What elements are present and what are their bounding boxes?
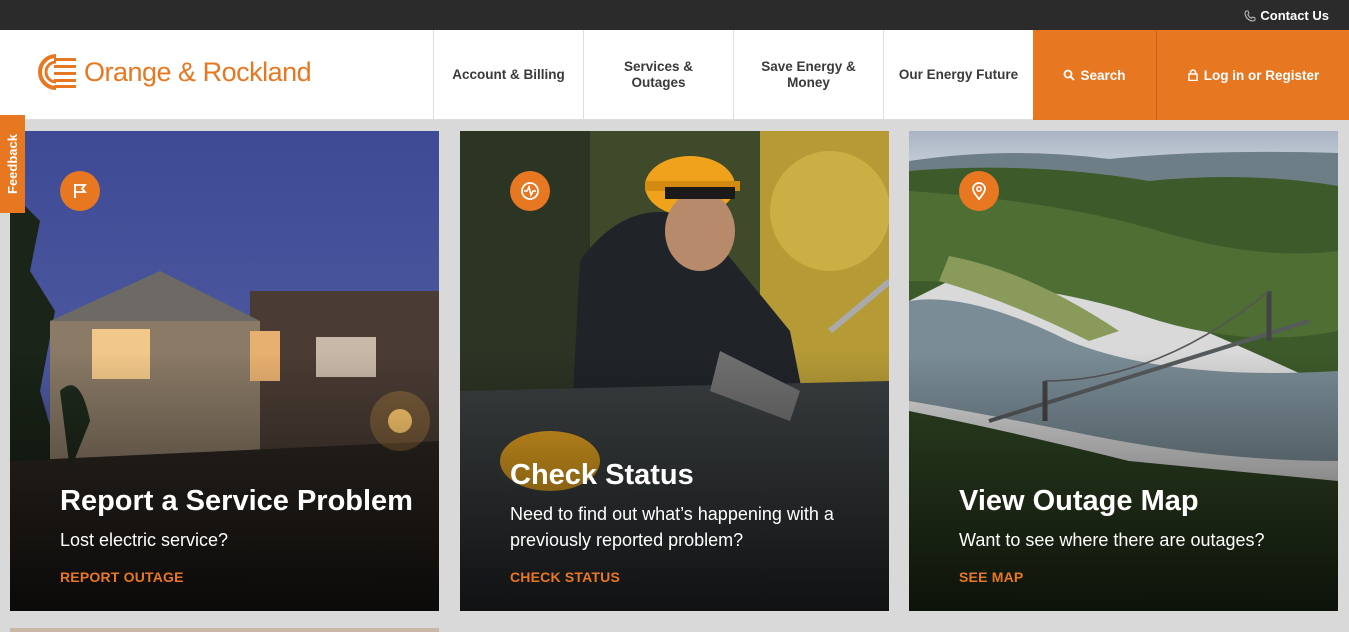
card-title: View Outage Map xyxy=(959,485,1199,517)
see-map-link[interactable]: SEE MAP xyxy=(959,569,1318,585)
status-pulse-icon xyxy=(521,182,539,200)
card-title: Report a Service Problem xyxy=(60,485,413,517)
feedback-tab[interactable]: Feedback xyxy=(0,115,25,213)
logo-mark-icon xyxy=(38,54,76,90)
card-description: Need to find out what’s happening with a… xyxy=(510,504,834,550)
nav-account-billing[interactable]: Account & Billing xyxy=(433,30,583,120)
contact-us-label: Contact Us xyxy=(1260,8,1329,23)
nav-energy-future[interactable]: Our Energy Future xyxy=(883,30,1033,120)
site-header: Orange & Rockland Account & Billing Serv… xyxy=(0,30,1349,120)
main-nav: Account & Billing Services & Outages Sav… xyxy=(433,30,1349,120)
card-body: Report a Service Problem Lost electric s… xyxy=(60,485,419,585)
card-icon-badge xyxy=(510,171,550,211)
report-outage-link[interactable]: REPORT OUTAGE xyxy=(60,569,419,585)
site-logo[interactable]: Orange & Rockland xyxy=(34,54,312,90)
card-check-status[interactable]: Check Status Need to find out what’s hap… xyxy=(460,131,889,611)
phone-icon xyxy=(1244,10,1256,22)
logo-text: Orange & Rockland xyxy=(84,56,312,87)
card-body: View Outage Map Want to see where there … xyxy=(959,485,1318,585)
search-button[interactable]: Search xyxy=(1033,30,1156,120)
map-pin-icon xyxy=(972,182,986,201)
login-register-button[interactable]: Log in or Register xyxy=(1156,30,1349,120)
card-title: Check Status xyxy=(510,459,694,491)
card-icon-badge xyxy=(959,171,999,211)
nav-services-outages[interactable]: Services & Outages xyxy=(583,30,733,120)
lock-icon xyxy=(1187,69,1198,81)
search-label: Search xyxy=(1080,67,1126,83)
card-report-problem[interactable]: Report a Service Problem Lost electric s… xyxy=(10,131,439,611)
search-icon xyxy=(1064,69,1076,81)
check-status-link[interactable]: CHECK STATUS xyxy=(510,569,869,585)
card-icon-badge xyxy=(60,171,100,211)
card-description: Lost electric service? xyxy=(60,530,229,550)
flag-icon xyxy=(74,184,87,198)
login-label: Log in or Register xyxy=(1203,67,1320,83)
next-section-peek xyxy=(10,628,439,632)
card-body: Check Status Need to find out what’s hap… xyxy=(510,459,869,585)
card-description: Want to see where there are outages? xyxy=(959,530,1265,550)
contact-us-link[interactable]: Contact Us xyxy=(1244,8,1329,23)
card-outage-map[interactable]: View Outage Map Want to see where there … xyxy=(909,131,1338,611)
nav-save-energy[interactable]: Save Energy & Money xyxy=(733,30,883,120)
top-utility-bar: Contact Us xyxy=(0,0,1349,30)
